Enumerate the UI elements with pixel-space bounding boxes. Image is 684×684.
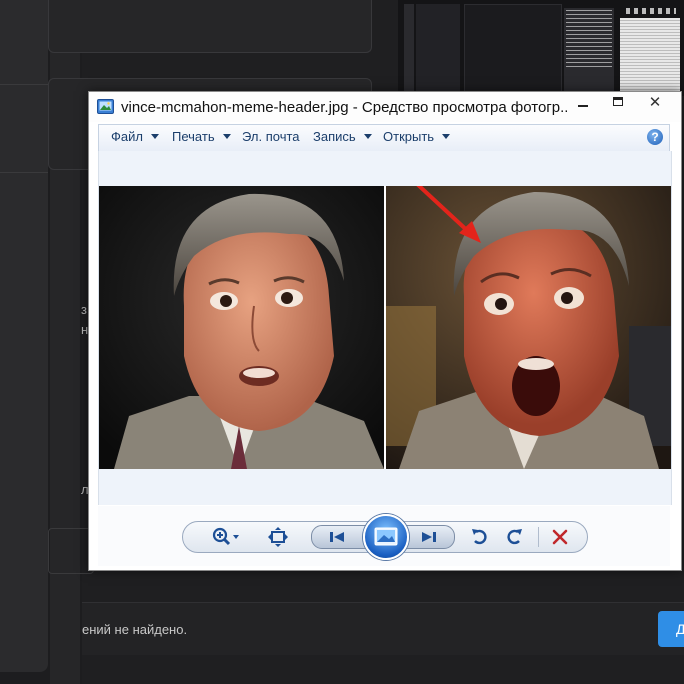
delete-icon: [552, 529, 568, 545]
actual-size-button[interactable]: [267, 526, 289, 548]
sidebar-divider: [0, 84, 48, 85]
background-sidebar: [0, 0, 48, 672]
delete-button[interactable]: [549, 526, 571, 548]
window-title: vince-mcmahon-meme-header.jpg - Средство…: [121, 99, 567, 116]
sidebar-divider: [0, 172, 48, 173]
minimize-icon: [578, 105, 588, 107]
chevron-down-icon: [442, 134, 451, 139]
toolbar-separator: [538, 527, 539, 547]
photo-viewer-app-icon: [97, 99, 114, 114]
background-card: [48, 0, 372, 53]
menu-open[interactable]: Открыть: [383, 129, 451, 144]
navigation-toolbar: [182, 514, 588, 560]
menu-print[interactable]: Печать: [172, 129, 231, 144]
next-button[interactable]: [418, 526, 440, 548]
zoom-icon: [212, 527, 239, 546]
next-icon: [422, 532, 436, 542]
previous-button[interactable]: [326, 526, 348, 548]
maximize-icon: [613, 97, 623, 106]
taskbar-thumbnail[interactable]: [398, 0, 684, 96]
zoom-button[interactable]: [211, 526, 243, 548]
status-message: ений не найдено.: [82, 622, 188, 637]
previous-icon: [330, 532, 344, 542]
fit-window-icon: [268, 527, 288, 547]
photo-viewer-window: vince-mcmahon-meme-header.jpg - Средство…: [88, 91, 682, 571]
menu-file[interactable]: Файл: [111, 129, 159, 144]
close-button[interactable]: ✕: [639, 94, 671, 111]
slideshow-icon: [374, 527, 398, 546]
meme-image: [99, 186, 671, 469]
close-icon: ✕: [648, 94, 662, 111]
command-bar: Файл Печать Эл. почта Запись Открыть ?: [98, 124, 670, 152]
menu-email[interactable]: Эл. почта: [242, 129, 300, 144]
rotate-left-icon: [472, 529, 487, 545]
rotate-right-button[interactable]: [503, 526, 525, 548]
chevron-down-icon: [150, 134, 159, 139]
maximize-button[interactable]: [609, 96, 629, 110]
bottom-toolbar-area: [98, 506, 670, 566]
minimize-button[interactable]: [573, 96, 593, 110]
help-button[interactable]: ?: [647, 129, 663, 145]
chevron-down-icon: [363, 134, 372, 139]
rotate-right-icon: [507, 529, 522, 545]
background-text: з: [81, 302, 87, 317]
image-canvas[interactable]: [98, 151, 672, 505]
rotate-left-button[interactable]: [469, 526, 491, 548]
primary-button[interactable]: Д: [658, 611, 684, 647]
slideshow-button[interactable]: [363, 514, 409, 560]
title-bar[interactable]: vince-mcmahon-meme-header.jpg - Средство…: [89, 92, 681, 122]
menu-burn[interactable]: Запись: [313, 129, 372, 144]
chevron-down-icon: [222, 134, 231, 139]
